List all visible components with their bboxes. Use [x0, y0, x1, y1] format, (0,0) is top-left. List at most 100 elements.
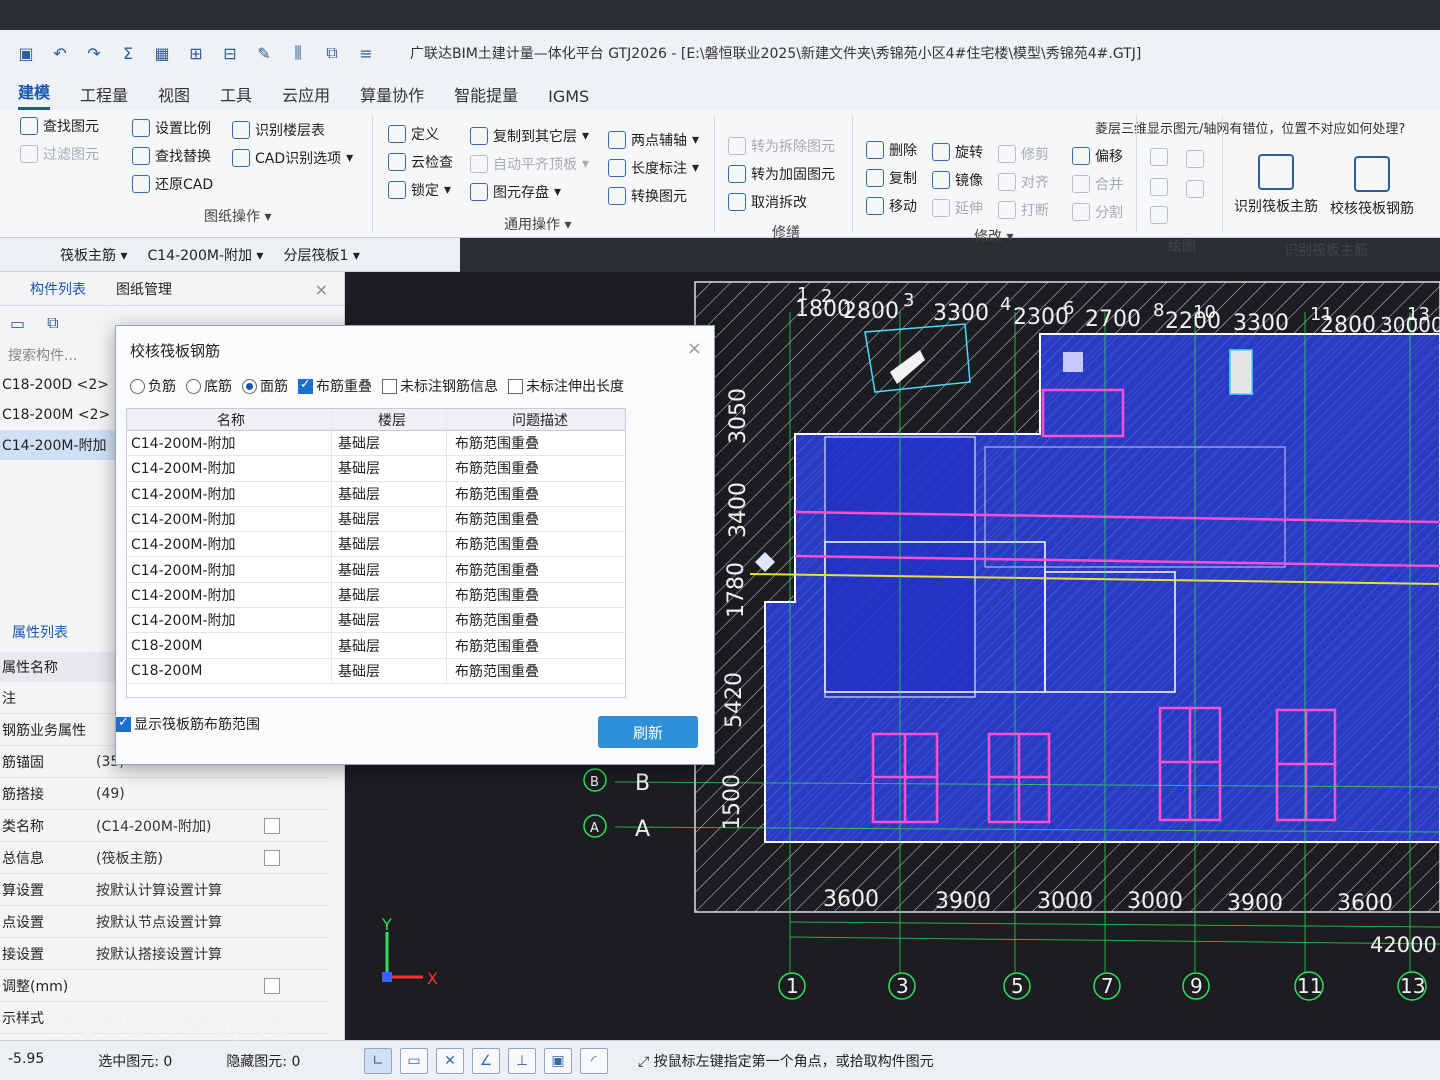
pen-icon[interactable]: ✎	[254, 43, 274, 63]
copy-button[interactable]: 复制	[866, 168, 917, 188]
find-replace-button[interactable]: 查找替换	[132, 146, 211, 166]
column-header-issue[interactable]: 问题描述	[447, 409, 625, 430]
table-row[interactable]: C14-200M-附加 基础层 布筋范围重叠	[127, 431, 625, 457]
table-row[interactable]: C14-200M-附加 基础层 布筋范围重叠	[127, 456, 625, 482]
table-row[interactable]: C14-200M-附加 基础层 布筋范围重叠	[127, 481, 625, 507]
table-row[interactable]: C14-200M-附加 基础层 布筋范围重叠	[127, 506, 625, 533]
undo-icon[interactable]: ↶	[50, 43, 70, 63]
arc-snap-icon[interactable]: ◜	[580, 1047, 608, 1074]
dialog-close-icon[interactable]: ×	[687, 338, 702, 359]
display-icon[interactable]: ▣	[544, 1047, 572, 1074]
property-row[interactable]: 调整(mm)	[0, 970, 330, 1002]
cross-snap-icon[interactable]: ✕	[436, 1047, 464, 1074]
convert-element-button[interactable]: 转换图元	[608, 186, 687, 206]
layer-select[interactable]: 分层筏板1 ▾	[283, 245, 359, 265]
refresh-button[interactable]: 刷新	[598, 716, 698, 748]
break-button[interactable]: 打断	[998, 200, 1049, 220]
draw-point-button[interactable]	[1150, 148, 1168, 166]
property-checkbox[interactable]	[264, 849, 280, 866]
tab-modeling[interactable]: 建模	[18, 79, 51, 110]
to-reinforce-button[interactable]: 转为加固图元	[728, 164, 835, 184]
more-icon[interactable]: ≡	[356, 43, 376, 63]
delete-button[interactable]: 删除	[866, 140, 917, 160]
table-row[interactable]: C14-200M-附加 基础层 布筋范围重叠	[127, 557, 625, 583]
lock-button[interactable]: 锁定 ▾	[388, 180, 451, 200]
offset-button[interactable]: 偏移	[1072, 146, 1123, 166]
check-raft-rebar-button[interactable]: 校核筏板钢筋	[1330, 156, 1414, 218]
category-select[interactable]: 筏板主筋 ▾	[60, 245, 127, 265]
restore-cad-button[interactable]: 还原CAD	[132, 174, 213, 194]
angle-icon[interactable]: ∠	[472, 1047, 500, 1074]
extend-button[interactable]: 延伸	[932, 198, 983, 218]
to-demolish-button[interactable]: 转为拆除图元	[728, 136, 835, 156]
define-button[interactable]: 定义	[388, 124, 439, 144]
set-scale-button[interactable]: 设置比例	[132, 118, 211, 138]
column-header-name[interactable]: 名称	[127, 409, 332, 430]
mirror-button[interactable]: 镜像	[932, 170, 983, 190]
sum-icon[interactable]: Σ	[118, 43, 138, 63]
align-button[interactable]: 对齐	[998, 172, 1049, 192]
merge-button[interactable]: 合并	[1072, 174, 1123, 194]
split-button[interactable]: 分割	[1072, 202, 1123, 222]
check-unlabeled-length[interactable]: 未标注伸出长度	[508, 376, 624, 396]
property-row[interactable]: 类名称 (C14-200M-附加)	[0, 810, 330, 842]
tab-smart[interactable]: 智能提量	[454, 82, 518, 110]
tab-collab[interactable]: 算量协作	[360, 82, 424, 110]
property-checkbox[interactable]	[264, 977, 280, 994]
ribbon-help-tip[interactable]: 菱层三维显示图元/轴网有错位，位置不对应如何处理?	[1095, 118, 1405, 137]
element-save-button[interactable]: 图元存盘 ▾	[470, 182, 561, 202]
component-select[interactable]: C14-200M-附加 ▾	[147, 245, 263, 265]
move-button[interactable]: 移动	[866, 196, 917, 216]
column-header-floor[interactable]: 楼层	[332, 409, 447, 430]
filter-element-button[interactable]: 过滤图元	[20, 144, 99, 164]
copy-icon[interactable]: ⧉	[322, 43, 342, 63]
table-row[interactable]: C18-200M 基础层 布筋范围重叠	[127, 633, 625, 659]
property-row[interactable]: 筋搭接 (49)	[0, 778, 330, 810]
tab-quantity[interactable]: 工程量	[80, 82, 128, 110]
grid-icon[interactable]: ▦	[152, 43, 172, 63]
table-row[interactable]: C14-200M-附加 基础层 布筋范围重叠	[127, 582, 625, 609]
draw-circle-button[interactable]	[1186, 150, 1204, 168]
offset-snap-icon[interactable]: ⊥	[508, 1047, 536, 1074]
table-row[interactable]: C18-200M 基础层 布筋范围重叠	[127, 658, 625, 684]
property-row[interactable]: 算设置 按默认计算设置计算	[0, 874, 330, 906]
layout-icon[interactable]: ⊟	[220, 43, 240, 63]
property-checkbox[interactable]	[264, 817, 280, 834]
two-point-axis-button[interactable]: 两点辅轴 ▾	[608, 130, 699, 150]
tab-drawing-management[interactable]: 图纸管理	[116, 279, 172, 299]
new-component-icon[interactable]: ▭	[10, 314, 25, 333]
save-icon[interactable]: ▣	[16, 43, 36, 63]
table-row[interactable]: C14-200M-附加 基础层 布筋范围重叠	[127, 608, 625, 634]
identify-raft-rebar-button[interactable]: 识别筏板主筋	[1234, 154, 1318, 216]
snap-box-icon[interactable]: ▭	[400, 1047, 428, 1074]
cad-options-button[interactable]: CAD识别选项 ▾	[232, 148, 353, 168]
redo-icon[interactable]: ↷	[84, 43, 104, 63]
radio-bottom-rebar[interactable]: 底筋	[186, 376, 232, 396]
table-icon[interactable]: ⊞	[186, 43, 206, 63]
tab-tools[interactable]: 工具	[220, 82, 252, 110]
ortho-icon[interactable]: ∟	[364, 1047, 392, 1074]
copy-component-icon[interactable]: ⧉	[47, 313, 58, 333]
draw-arc-button[interactable]	[1150, 206, 1168, 224]
trim-button[interactable]: 修剪	[998, 144, 1049, 164]
tab-component-list[interactable]: 构件列表	[30, 279, 86, 299]
radio-top-rebar[interactable]: 面筋	[242, 376, 288, 396]
copy-to-layer-button[interactable]: 复制到其它层 ▾	[470, 126, 589, 146]
tab-cloud[interactable]: 云应用	[282, 82, 330, 110]
length-dim-button[interactable]: 长度标注 ▾	[608, 158, 699, 178]
table-row[interactable]: C14-200M-附加 基础层 布筋范围重叠	[127, 532, 625, 558]
check-unlabeled-info[interactable]: 未标注钢筋信息	[382, 376, 498, 396]
show-range-checkbox[interactable]: 显示筏板筋布筋范围	[116, 714, 260, 734]
cloud-check-button[interactable]: 云检查	[388, 152, 453, 172]
tab-igms[interactable]: IGMS	[548, 87, 589, 110]
auto-align-slab-button[interactable]: 自动平齐顶板 ▾	[470, 154, 589, 174]
property-row[interactable]: 接设置 按默认搭接设置计算	[0, 938, 330, 970]
draw-rect-button[interactable]	[1186, 180, 1204, 198]
column-icon[interactable]: ⫼	[288, 43, 308, 63]
check-overlap[interactable]: 布筋重叠	[298, 376, 372, 396]
identify-floor-table-button[interactable]: 识别楼层表	[232, 120, 325, 140]
rotate-button[interactable]: 旋转	[932, 142, 983, 162]
find-element-button[interactable]: 查找图元	[20, 116, 99, 136]
property-row[interactable]: 总信息 (筏板主筋)	[0, 842, 330, 874]
close-icon[interactable]: ×	[315, 280, 328, 299]
